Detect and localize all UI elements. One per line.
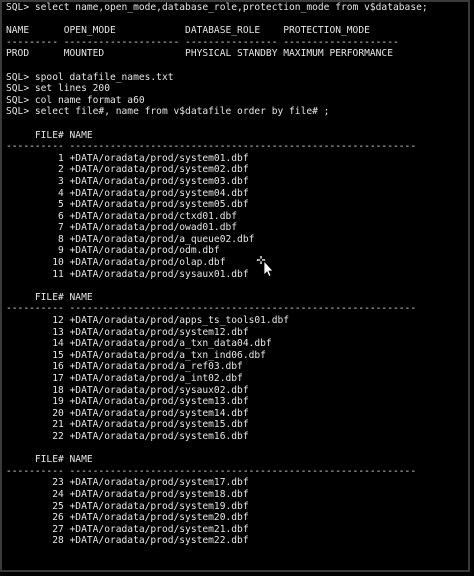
terminal-line: 14 +DATA/oradata/prod/a_txn_data04.dbf (6, 338, 272, 350)
terminal-line: FILE# NAME (6, 291, 93, 303)
terminal-line: 22 +DATA/oradata/prod/system16.dbf (6, 430, 249, 442)
terminal-line: 20 +DATA/oradata/prod/system14.dbf (6, 407, 249, 419)
terminal-line: 1 +DATA/oradata/prod/system01.dbf (6, 152, 249, 164)
terminal-window[interactable]: SQL> select name,open_mode,database_role… (0, 0, 470, 572)
terminal-line: 10 +DATA/oradata/prod/olap.dbf (6, 257, 226, 269)
terminal-line: 11 +DATA/oradata/prod/sysaux01.dbf (6, 268, 249, 280)
terminal-line: FILE# NAME (6, 129, 93, 141)
terminal-line: 19 +DATA/oradata/prod/system13.dbf (6, 396, 249, 408)
terminal-line: ---------- -----------------------------… (6, 141, 417, 153)
terminal-line: ---------- -----------------------------… (6, 303, 417, 315)
terminal-line: FILE# NAME (6, 454, 93, 466)
terminal-line: ---------- -----------------------------… (6, 465, 417, 477)
terminal-line: 12 +DATA/oradata/prod/apps_ts_tools01.db… (6, 315, 290, 327)
terminal-line: 24 +DATA/oradata/prod/system18.dbf (6, 488, 249, 500)
terminal-line: 26 +DATA/oradata/prod/system20.dbf (6, 512, 249, 524)
terminal-line: 13 +DATA/oradata/prod/system12.dbf (6, 326, 249, 338)
terminal-line: SQL> select file#, name from v$datafile … (6, 106, 330, 118)
terminal-line: 15 +DATA/oradata/prod/a_txn_ind06.dbf (6, 349, 266, 361)
terminal-line: SQL> spool datafile_names.txt (6, 71, 174, 83)
terminal-line: 23 +DATA/oradata/prod/system17.dbf (6, 477, 249, 489)
terminal-line: SQL> set lines 200 (6, 83, 110, 95)
terminal-line: --------- -------------------- ---------… (6, 36, 399, 48)
terminal-line: NAME OPEN_MODE DATABASE_ROLE PROTECTION_… (6, 25, 370, 37)
terminal-line: 9 +DATA/oradata/prod/odm.dbf (6, 245, 220, 257)
terminal-line: 27 +DATA/oradata/prod/system21.dbf (6, 523, 249, 535)
terminal-line: 4 +DATA/oradata/prod/system04.dbf (6, 187, 249, 199)
terminal-line: 8 +DATA/oradata/prod/a_queue02.dbf (6, 233, 255, 245)
terminal-line: 21 +DATA/oradata/prod/system15.dbf (6, 419, 249, 431)
terminal-line: 7 +DATA/oradata/prod/owad01.dbf (6, 222, 238, 234)
terminal-line: SQL> col name format a60 (6, 94, 145, 106)
terminal-line: 17 +DATA/oradata/prod/a_int02.dbf (6, 373, 243, 384)
terminal-output: SQL> select name,open_mode,database_role… (6, 2, 468, 547)
terminal-line: 6 +DATA/oradata/prod/ctxd01.dbf (6, 210, 238, 222)
terminal-line: 18 +DATA/oradata/prod/sysaux02.dbf (6, 384, 249, 396)
terminal-line: 3 +DATA/oradata/prod/system03.dbf (6, 175, 249, 187)
terminal-line: PROD MOUNTED PHYSICAL STANDBY MAXIMUM PE… (6, 48, 393, 60)
terminal-line: 28 +DATA/oradata/prod/system22.dbf (6, 535, 249, 547)
terminal-line: 5 +DATA/oradata/prod/system05.dbf (6, 199, 249, 211)
terminal-line: 16 +DATA/oradata/prod/a_ref03.dbf (6, 361, 243, 373)
terminal-line: SQL> select name,open_mode,database_role… (6, 2, 428, 13)
terminal-line: 2 +DATA/oradata/prod/system02.dbf (6, 164, 249, 176)
terminal-line: 25 +DATA/oradata/prod/system19.dbf (6, 500, 249, 512)
